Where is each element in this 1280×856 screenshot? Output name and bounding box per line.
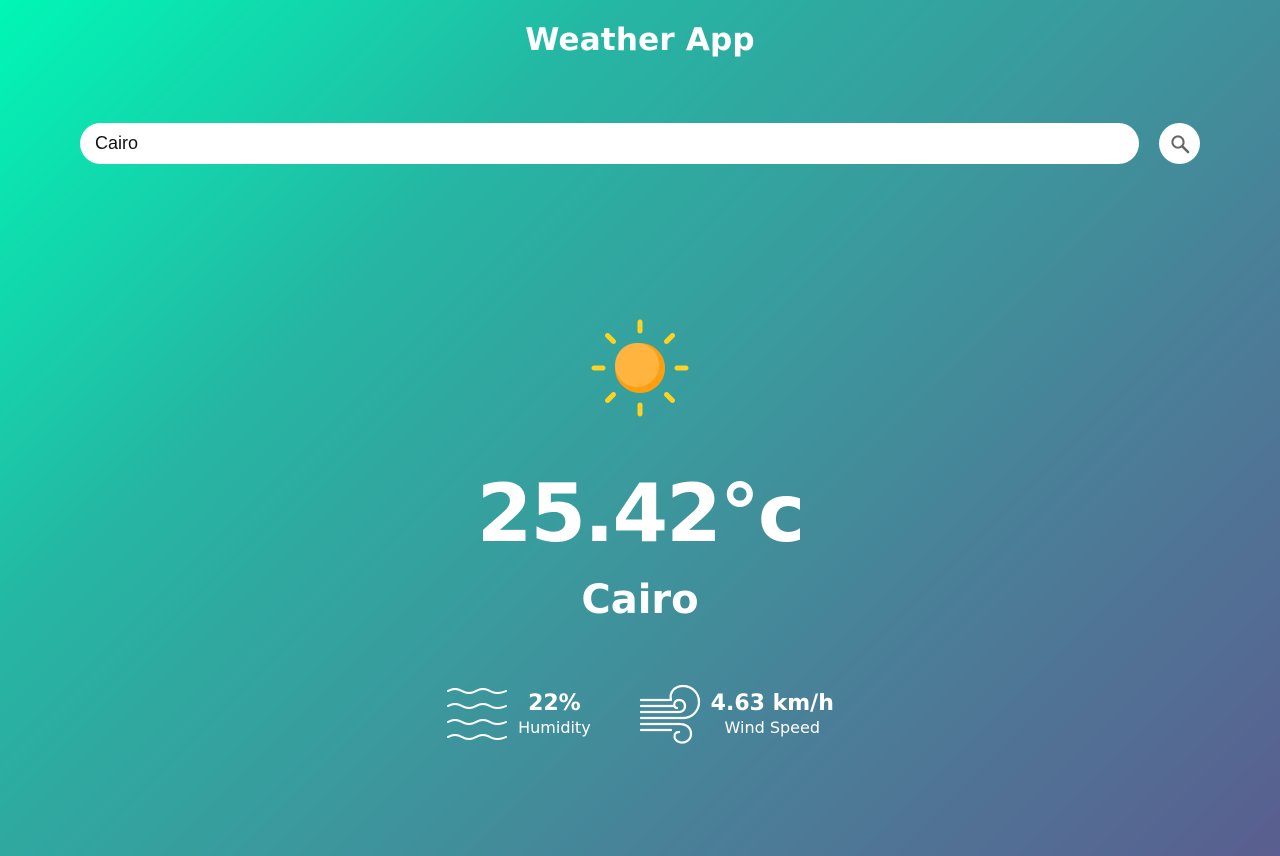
weather-details: 22% Humidity 4.63 km/h Wind Speed (0, 684, 1280, 744)
search-input[interactable] (80, 123, 1139, 164)
humidity-detail: 22% Humidity (446, 684, 591, 744)
sun-icon (590, 318, 690, 418)
wind-icon (639, 684, 701, 744)
wind-label: Wind Speed (724, 718, 820, 737)
temperature: 25.42°c (476, 467, 805, 560)
wind-value: 4.63 km/h (710, 691, 834, 716)
humidity-label: Humidity (518, 718, 591, 737)
city-name: Cairo (581, 577, 699, 623)
humidity-text: 22% Humidity (518, 690, 591, 738)
search-button[interactable] (1159, 123, 1200, 164)
humidity-value: 22% (528, 691, 581, 716)
humidity-waves-icon (446, 686, 508, 742)
wind-detail: 4.63 km/h Wind Speed (639, 684, 834, 744)
wind-text: 4.63 km/h Wind Speed (711, 690, 834, 738)
app-title: Weather App (525, 22, 755, 58)
search-icon (1170, 134, 1190, 154)
